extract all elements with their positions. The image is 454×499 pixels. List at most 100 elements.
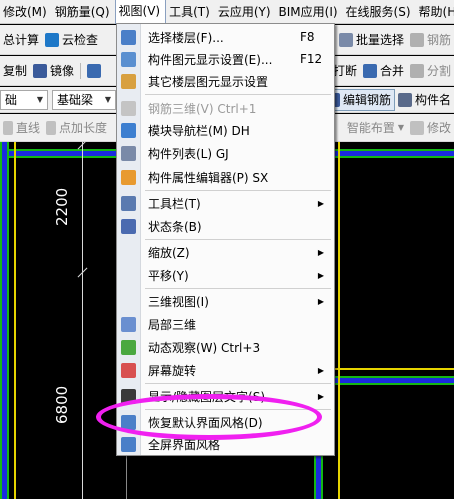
component-name-button[interactable]: 构件名: [395, 89, 454, 111]
submenu-arrow-icon: ▶: [317, 391, 324, 401]
menu-item-rebar-3d[interactable]: 钢筋三维(V) Ctrl+1: [117, 97, 334, 119]
toolbar-separator: [80, 62, 82, 79]
menu-item-label: 缩放(Z): [148, 245, 190, 260]
menu-item-screen-rotate[interactable]: 屏幕旋转 ▶: [117, 359, 334, 381]
break-label: 打断: [332, 64, 357, 78]
point-length-button[interactable]: 点加长度: [43, 117, 110, 139]
component-name-label: 构件名: [414, 93, 451, 107]
dimension-line: [82, 142, 83, 499]
grid-axis-line: [330, 368, 454, 370]
menu-item-fullscreen-style[interactable]: 全屏界面风格: [117, 433, 334, 455]
menu-item-zoom[interactable]: 缩放(Z) ▶: [117, 241, 334, 263]
floor-select-icon: [121, 30, 136, 45]
modify-label: 修改: [426, 121, 451, 135]
menu-modify[interactable]: 修改(M): [0, 0, 52, 24]
menu-item-shortcut: F12: [300, 52, 323, 66]
submenu-arrow-icon: ▶: [317, 198, 324, 208]
line-button[interactable]: 直线: [0, 117, 43, 139]
menu-item-shortcut: F8: [300, 30, 315, 44]
menubar: 修改(M) 钢筋量(Q) 视图(V) 工具(T) 云应用(Y) BIM应用(I)…: [0, 0, 454, 24]
chevron-down-icon: ▼: [397, 123, 404, 132]
menu-item-label: 模块导航栏(M) DH: [148, 123, 250, 138]
chevron-down-icon: ▼: [36, 95, 43, 104]
module-nav-icon: [121, 123, 136, 138]
menu-tools[interactable]: 工具(T): [166, 0, 215, 24]
rebar-button[interactable]: 钢筋: [407, 29, 454, 51]
menu-item-display-settings[interactable]: 构件图元显示设置(E)... F12: [117, 48, 334, 70]
line-label: 直线: [16, 121, 41, 135]
foundation-type-select[interactable]: 础 ▼: [0, 89, 48, 110]
component-type-select[interactable]: 基础梁 ▼: [52, 89, 116, 110]
merge-button[interactable]: 合并: [360, 60, 407, 82]
dimension-text-bottom: 6800: [53, 385, 71, 424]
menu-help[interactable]: 帮助(H: [416, 0, 454, 24]
menu-item-label: 状态条(B): [148, 219, 202, 234]
menu-separator: [145, 383, 331, 384]
point-length-label: 点加长度: [59, 121, 108, 135]
menu-item-statusbar[interactable]: 状态条(B): [117, 215, 334, 237]
submenu-arrow-icon: ▶: [317, 296, 324, 306]
move-icon: [87, 63, 102, 78]
foundation-type-value: 础: [5, 93, 18, 107]
menu-separator: [145, 94, 331, 95]
menu-cloud[interactable]: 云应用(Y): [215, 0, 276, 24]
modify-button[interactable]: 修改: [407, 117, 454, 139]
edit-rebar-label: 编辑钢筋: [342, 93, 391, 107]
fullscreen-icon: [121, 437, 136, 452]
menu-item-toolbar[interactable]: 工具栏(T) ▶: [117, 192, 334, 214]
split-button[interactable]: 分割: [407, 60, 454, 82]
component-type-value: 基础梁: [57, 93, 94, 107]
copy-label: 复制: [3, 64, 28, 78]
split-label: 分割: [426, 64, 451, 78]
menu-item-property-editor[interactable]: 构件属性编辑器(P) SX: [117, 166, 334, 188]
menu-item-label: 显示/隐藏图层文字(S): [148, 389, 266, 404]
menu-item-label: 构件属性编辑器(P) SX: [148, 170, 269, 185]
menu-separator: [145, 239, 331, 240]
chevron-down-icon: ▼: [104, 95, 111, 104]
menu-item-dynamic-orbit[interactable]: 动态观察(W) Ctrl+3: [117, 336, 334, 358]
menu-bim[interactable]: BIM应用(I): [276, 0, 343, 24]
menu-item-layer-text[interactable]: 显示/隐藏图层文字(S) ▶: [117, 385, 334, 407]
menu-separator: [145, 190, 331, 191]
cloud-check-button[interactable]: 云检查: [42, 29, 101, 51]
batch-select-button[interactable]: 批量选择: [336, 29, 407, 51]
submenu-arrow-icon: ▶: [317, 247, 324, 257]
menu-item-other-floor-display[interactable]: 其它楼层图元显示设置: [117, 70, 334, 92]
local-3d-icon: [121, 317, 136, 332]
screen-rotate-icon: [121, 363, 136, 378]
mirror-label: 镜像: [50, 64, 75, 78]
dynamic-orbit-icon: [121, 340, 136, 355]
menu-item-module-nav[interactable]: 模块导航栏(M) DH: [117, 119, 334, 141]
menu-separator: [145, 288, 331, 289]
menu-item-label: 构件图元显示设置(E)...: [148, 52, 273, 67]
other-floor-display-icon: [121, 74, 136, 89]
menu-item-label: 全屏界面风格: [148, 437, 221, 452]
menu-item-select-floor[interactable]: 选择楼层(F)... F8: [117, 26, 334, 48]
menu-item-restore-default-style[interactable]: 恢复默认界面风格(D): [117, 411, 334, 433]
menu-view[interactable]: 视图(V): [114, 0, 167, 24]
smart-layout-button[interactable]: 智能布置 ▼: [344, 117, 407, 139]
menu-item-label: 构件列表(L) GJ: [148, 146, 229, 161]
move-button[interactable]: [84, 60, 104, 82]
batch-select-icon: [338, 32, 353, 47]
menu-item-pan[interactable]: 平移(Y) ▶: [117, 264, 334, 286]
modify-icon: [409, 120, 424, 135]
menu-item-local-3d[interactable]: 局部三维: [117, 313, 334, 335]
display-settings-icon: [121, 52, 136, 67]
component-name-icon: [397, 92, 412, 107]
mirror-button[interactable]: 镜像: [30, 60, 77, 82]
menu-item-label: 屏幕旋转: [148, 363, 197, 378]
menu-online-service[interactable]: 在线服务(S): [343, 0, 416, 24]
rebar-3d-icon: [121, 101, 136, 116]
menu-item-component-list[interactable]: 构件列表(L) GJ: [117, 142, 334, 164]
merge-icon: [362, 63, 377, 78]
menu-rebar-quantity[interactable]: 钢筋量(Q): [52, 0, 115, 24]
split-icon: [409, 63, 424, 78]
layer-text-icon: [121, 389, 136, 404]
total-calc-button[interactable]: 总计算: [0, 29, 42, 51]
submenu-arrow-icon: ▶: [317, 365, 324, 375]
copy-button[interactable]: 复制: [0, 60, 30, 82]
menu-item-label: 恢复默认界面风格(D): [148, 415, 263, 430]
menu-item-3d-view[interactable]: 三维视图(I) ▶: [117, 290, 334, 312]
cloud-check-icon: [45, 32, 60, 47]
